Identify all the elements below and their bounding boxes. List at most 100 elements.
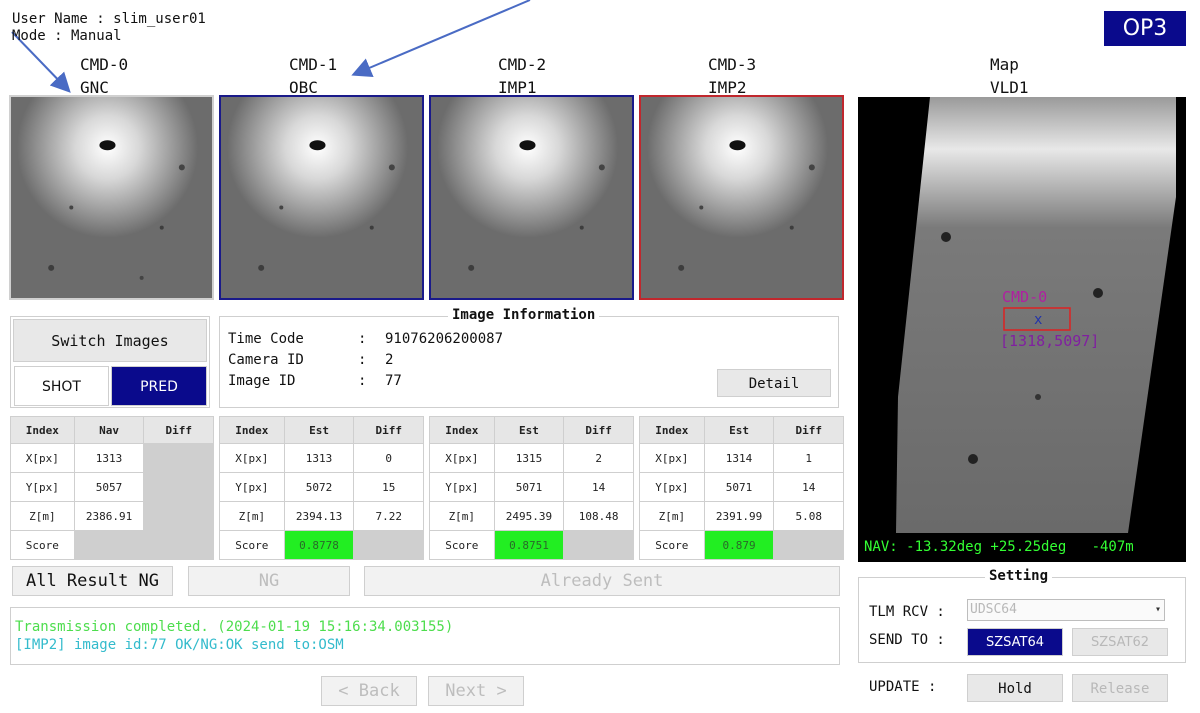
score-cell [73,530,145,560]
dropdown-arrow-icon: ▾ [1154,604,1161,615]
score-cell: 0.879 [703,530,775,560]
table-cell: Score [639,530,705,560]
table-header: Diff [773,416,844,444]
op-badge: OP3 [1104,11,1186,46]
lunar-surface-image [641,97,842,298]
send-to-label: SEND TO : [869,632,945,648]
table-cell: Y[px] [429,472,495,502]
table-cell [143,443,214,473]
table-cell: 1313 [283,443,355,473]
map-marker-coords: [1318,5097] [1000,332,1100,350]
log-line: Transmission completed. (2024-01-19 15:1… [15,619,454,635]
table-cell: Y[px] [639,472,705,502]
table-cell: 5.08 [773,501,844,531]
table-cell: 7.22 [353,501,424,531]
table-header: Est [493,416,565,444]
send-szsat62-button[interactable]: SZSAT62 [1072,628,1168,656]
table-cell: 2391.99 [703,501,775,531]
map-source-label: VLD1 [990,78,1029,97]
tlm-rcv-select[interactable]: UDSC64 ▾ [967,599,1165,621]
table-cell: X[px] [219,443,285,473]
shot-button[interactable]: SHOT [14,366,109,406]
switch-images-panel: Switch Images SHOT PRED [10,316,210,408]
log-line: [IMP2] image id:77 OK/NG:OK send to:OSM [15,637,344,653]
table-cell: X[px] [10,443,75,473]
map-marker-label: CMD-0 [1002,288,1048,306]
table-header: Index [219,416,285,444]
table-header: Index [429,416,495,444]
table-cell: 1 [773,443,844,473]
table-cell [563,530,634,560]
cam0-cmd-label: CMD-0 [80,55,129,74]
svg-text:x: x [1034,312,1042,328]
all-result-ng-button[interactable]: All Result NG [12,566,173,596]
back-button[interactable]: < Back [321,676,417,706]
table-header: Diff [563,416,634,444]
table-header: Est [283,416,355,444]
table-cell: X[px] [429,443,495,473]
camera-image-imp1[interactable] [429,95,634,300]
table-cell: Y[px] [219,472,285,502]
camera-id-label: Camera ID [228,352,304,368]
table-cell [773,530,844,560]
table-cell: Z[m] [639,501,705,531]
table-cell: 5071 [493,472,565,502]
table-cell [143,530,214,560]
image-information-title: Image Information [448,307,600,323]
send-szsat64-button[interactable]: SZSAT64 [967,628,1063,656]
table-cell: Y[px] [10,472,75,502]
ng-button[interactable]: NG [188,566,350,596]
table-cell: 14 [563,472,634,502]
table-cell: Score [10,530,75,560]
next-button[interactable]: Next > [428,676,524,706]
table-row: Y[px] 5057 [10,472,214,502]
table-row: Y[px] 5071 14 [639,472,844,502]
detail-button[interactable]: Detail [717,369,831,397]
camera-image-obc[interactable] [219,95,424,300]
table-cell: 2495.39 [493,501,565,531]
time-code-value: 91076206200087 [385,331,504,347]
table-cell [143,472,214,502]
table-cell: 1314 [703,443,775,473]
table-cell: 0 [353,443,424,473]
table-row: Y[px] 5072 15 [219,472,424,502]
cam1-cmd-label: CMD-1 [289,55,338,74]
switch-images-button[interactable]: Switch Images [13,319,207,362]
table-row: Score 0.8778 [219,530,424,560]
cam3-cmd-label: CMD-3 [708,55,757,74]
result-table-gnc: Index Nav Diff X[px] 1313 Y[px] 5057 Z[m… [10,416,214,560]
table-header: Index [639,416,705,444]
table-row: Z[m] 2495.39 108.48 [429,501,634,531]
pred-button[interactable]: PRED [111,366,207,406]
table-cell: 1315 [493,443,565,473]
map-view[interactable]: x CMD-0 [1318,5097] [858,97,1186,533]
result-table-imp2: Index Est Diff X[px] 1314 1 Y[px] 5071 1… [639,416,844,560]
update-label: UPDATE : [869,679,937,695]
image-id-value: 77 [385,373,402,389]
setting-title: Setting [985,568,1053,584]
nav-readout: NAV: -13.32deg +25.25deg -407m [858,533,1186,562]
user-name-line: User Name : slim_user01 [12,11,206,27]
table-cell: 14 [773,472,844,502]
result-table-imp1: Index Est Diff X[px] 1315 2 Y[px] 5071 1… [429,416,634,560]
status-log: Transmission completed. (2024-01-19 15:1… [10,607,840,665]
already-sent-button[interactable]: Already Sent [364,566,840,596]
image-id-label: Image ID [228,373,296,389]
cam2-cmd-label: CMD-2 [498,55,547,74]
table-cell: 108.48 [563,501,634,531]
table-cell: Score [219,530,285,560]
hold-button[interactable]: Hold [967,674,1063,702]
table-cell: 2 [563,443,634,473]
table-header: Diff [143,416,214,444]
result-table-obc: Index Est Diff X[px] 1313 0 Y[px] 5072 1… [219,416,424,560]
table-cell: Z[m] [10,501,75,531]
table-cell: Score [429,530,495,560]
score-cell: 0.8751 [493,530,565,560]
table-header: Diff [353,416,424,444]
camera-image-gnc[interactable] [9,95,214,300]
camera-image-imp2[interactable] [639,95,844,300]
table-header: Est [703,416,775,444]
lunar-surface-image [11,97,212,298]
table-row: Z[m] 2386.91 [10,501,214,531]
release-button[interactable]: Release [1072,674,1168,702]
